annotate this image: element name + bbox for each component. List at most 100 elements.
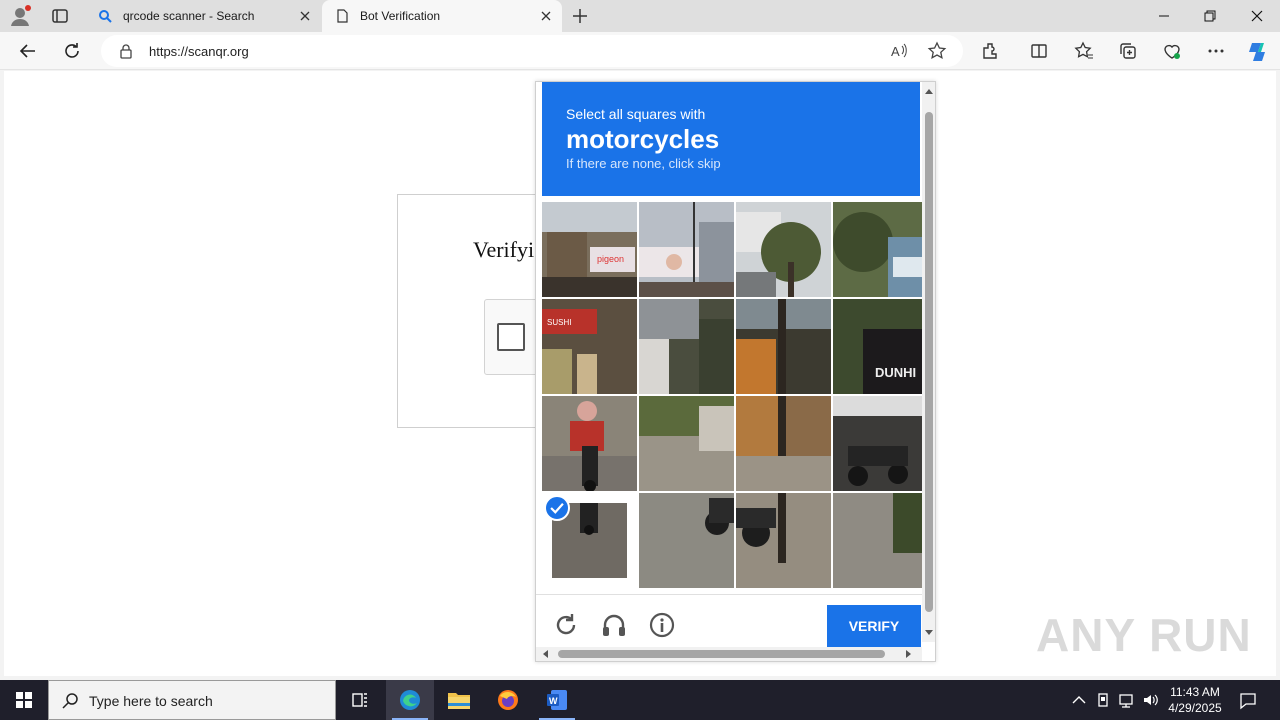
collections-icon[interactable] <box>1118 41 1138 61</box>
street-photo-tile <box>542 396 637 491</box>
street-photo-tile <box>833 396 928 491</box>
captcha-instruction: Select all squares with <box>566 106 706 122</box>
firefox-icon <box>498 690 518 710</box>
split-screen-icon[interactable] <box>1029 41 1049 61</box>
minimize-icon[interactable] <box>1154 6 1174 26</box>
captcha-tile[interactable]: SUSHI <box>542 299 637 394</box>
captcha-tile[interactable] <box>736 493 831 588</box>
captcha-tile[interactable] <box>639 493 734 588</box>
street-photo-tile <box>736 202 831 297</box>
copilot-icon[interactable] <box>1246 40 1270 64</box>
verification-title: Verifyi <box>473 237 535 262</box>
tab-label: Bot Verification <box>360 9 441 23</box>
back-icon[interactable] <box>18 41 38 61</box>
captcha-tile[interactable] <box>833 493 928 588</box>
volume-icon[interactable] <box>1142 691 1160 709</box>
captcha-tile-selected[interactable] <box>542 493 637 588</box>
taskbar-search-box[interactable]: Type here to search <box>48 680 336 720</box>
url-text[interactable]: https://scanqr.org <box>149 44 249 59</box>
profile-avatar-icon[interactable] <box>9 5 31 27</box>
tab-bot-verification[interactable]: Bot Verification <box>322 0 562 32</box>
captcha-checkbox[interactable] <box>497 323 525 351</box>
extensions-icon[interactable] <box>981 41 1001 61</box>
street-photo-tile: DUNHI <box>833 299 928 394</box>
tab-qrcode-search[interactable]: qrcode scanner - Search <box>85 0 321 32</box>
street-photo-tile <box>736 396 831 491</box>
tab-actions-icon[interactable] <box>50 6 70 26</box>
close-icon[interactable] <box>297 8 313 24</box>
captcha-tile[interactable] <box>639 396 734 491</box>
taskbar-file-explorer[interactable] <box>435 680 483 720</box>
captcha-target: motorcycles <box>566 124 720 154</box>
street-photo-tile <box>639 396 734 491</box>
horizontal-scrollbar[interactable] <box>536 647 922 661</box>
taskbar-firefox[interactable] <box>484 680 532 720</box>
captcha-tile[interactable]: DUNHI <box>833 299 928 394</box>
vertical-scrollbar[interactable] <box>922 82 935 642</box>
notification-icon[interactable] <box>1238 690 1258 710</box>
svg-text:pigeon: pigeon <box>597 254 624 264</box>
clock-time: 11:43 AM <box>1170 685 1220 699</box>
captcha-tile[interactable] <box>833 202 928 297</box>
captcha-header: Select all squares with motorcycles If t… <box>542 82 920 196</box>
scroll-down-arrow-icon[interactable] <box>925 628 933 636</box>
browser-essentials-icon[interactable] <box>1162 41 1182 61</box>
captcha-image-grid: pigeon SUSHI DUNHI <box>542 202 928 588</box>
scroll-left-arrow-icon[interactable] <box>542 650 550 658</box>
street-photo-tile <box>639 493 734 588</box>
taskbar-edge[interactable] <box>386 680 434 720</box>
close-icon[interactable] <box>538 8 554 24</box>
favorite-star-icon[interactable] <box>927 41 947 61</box>
captcha-tile[interactable] <box>736 202 831 297</box>
search-icon <box>62 693 78 709</box>
close-window-icon[interactable] <box>1247 6 1267 26</box>
svg-text:W: W <box>549 696 558 706</box>
windows-taskbar: Type here to search W 11:43 AM 4/29/2025 <box>0 680 1280 720</box>
street-photo-tile <box>736 493 831 588</box>
captcha-tile[interactable] <box>736 299 831 394</box>
scrollbar-thumb[interactable] <box>925 112 933 612</box>
street-photo-tile <box>639 299 734 394</box>
captcha-tile[interactable]: pigeon <box>542 202 637 297</box>
read-aloud-icon[interactable]: A <box>889 41 909 61</box>
system-clock[interactable]: 11:43 AM 4/29/2025 <box>1160 684 1230 716</box>
scroll-up-arrow-icon[interactable] <box>925 88 933 96</box>
captcha-footer: VERIFY <box>536 594 935 649</box>
captcha-tile[interactable] <box>833 396 928 491</box>
search-icon <box>99 10 112 23</box>
street-photo-tile <box>736 299 831 394</box>
audio-icon[interactable] <box>600 611 628 639</box>
taskbar-word[interactable]: W <box>533 680 581 720</box>
svg-text:A: A <box>891 44 900 59</box>
verify-button[interactable]: VERIFY <box>827 605 921 647</box>
scroll-right-arrow-icon[interactable] <box>904 650 912 658</box>
anyrun-watermark: ANY RUN <box>1036 609 1252 661</box>
taskbar-search-placeholder: Type here to search <box>89 693 213 709</box>
street-photo-tile <box>833 202 928 297</box>
tab-label: qrcode scanner - Search <box>123 9 255 23</box>
usb-device-icon[interactable] <box>1094 691 1112 709</box>
lock-icon[interactable] <box>118 43 134 59</box>
captcha-tile[interactable] <box>736 396 831 491</box>
captcha-tile[interactable] <box>542 396 637 491</box>
chevron-up-icon[interactable] <box>1070 691 1088 709</box>
task-view-button[interactable] <box>336 680 384 720</box>
address-bar[interactable]: https://scanqr.org A <box>101 35 963 67</box>
info-icon[interactable] <box>648 611 676 639</box>
street-photo-tile: pigeon <box>542 202 637 297</box>
svg-text:DUNHI: DUNHI <box>875 365 916 380</box>
captcha-tile[interactable] <box>639 202 734 297</box>
checkmark-icon <box>544 495 570 521</box>
favorites-icon[interactable] <box>1074 41 1094 61</box>
more-options-icon[interactable] <box>1206 41 1226 61</box>
windows-start-icon[interactable] <box>0 680 48 720</box>
captcha-tile[interactable] <box>639 299 734 394</box>
restore-icon[interactable] <box>1200 6 1220 26</box>
refresh-icon[interactable] <box>62 41 82 61</box>
browser-toolbar: https://scanqr.org A <box>0 32 1280 70</box>
street-photo-tile <box>833 493 928 588</box>
scrollbar-thumb[interactable] <box>558 650 885 658</box>
new-tab-icon[interactable] <box>570 6 590 26</box>
network-icon[interactable] <box>1118 691 1136 709</box>
reload-icon[interactable] <box>552 611 580 639</box>
